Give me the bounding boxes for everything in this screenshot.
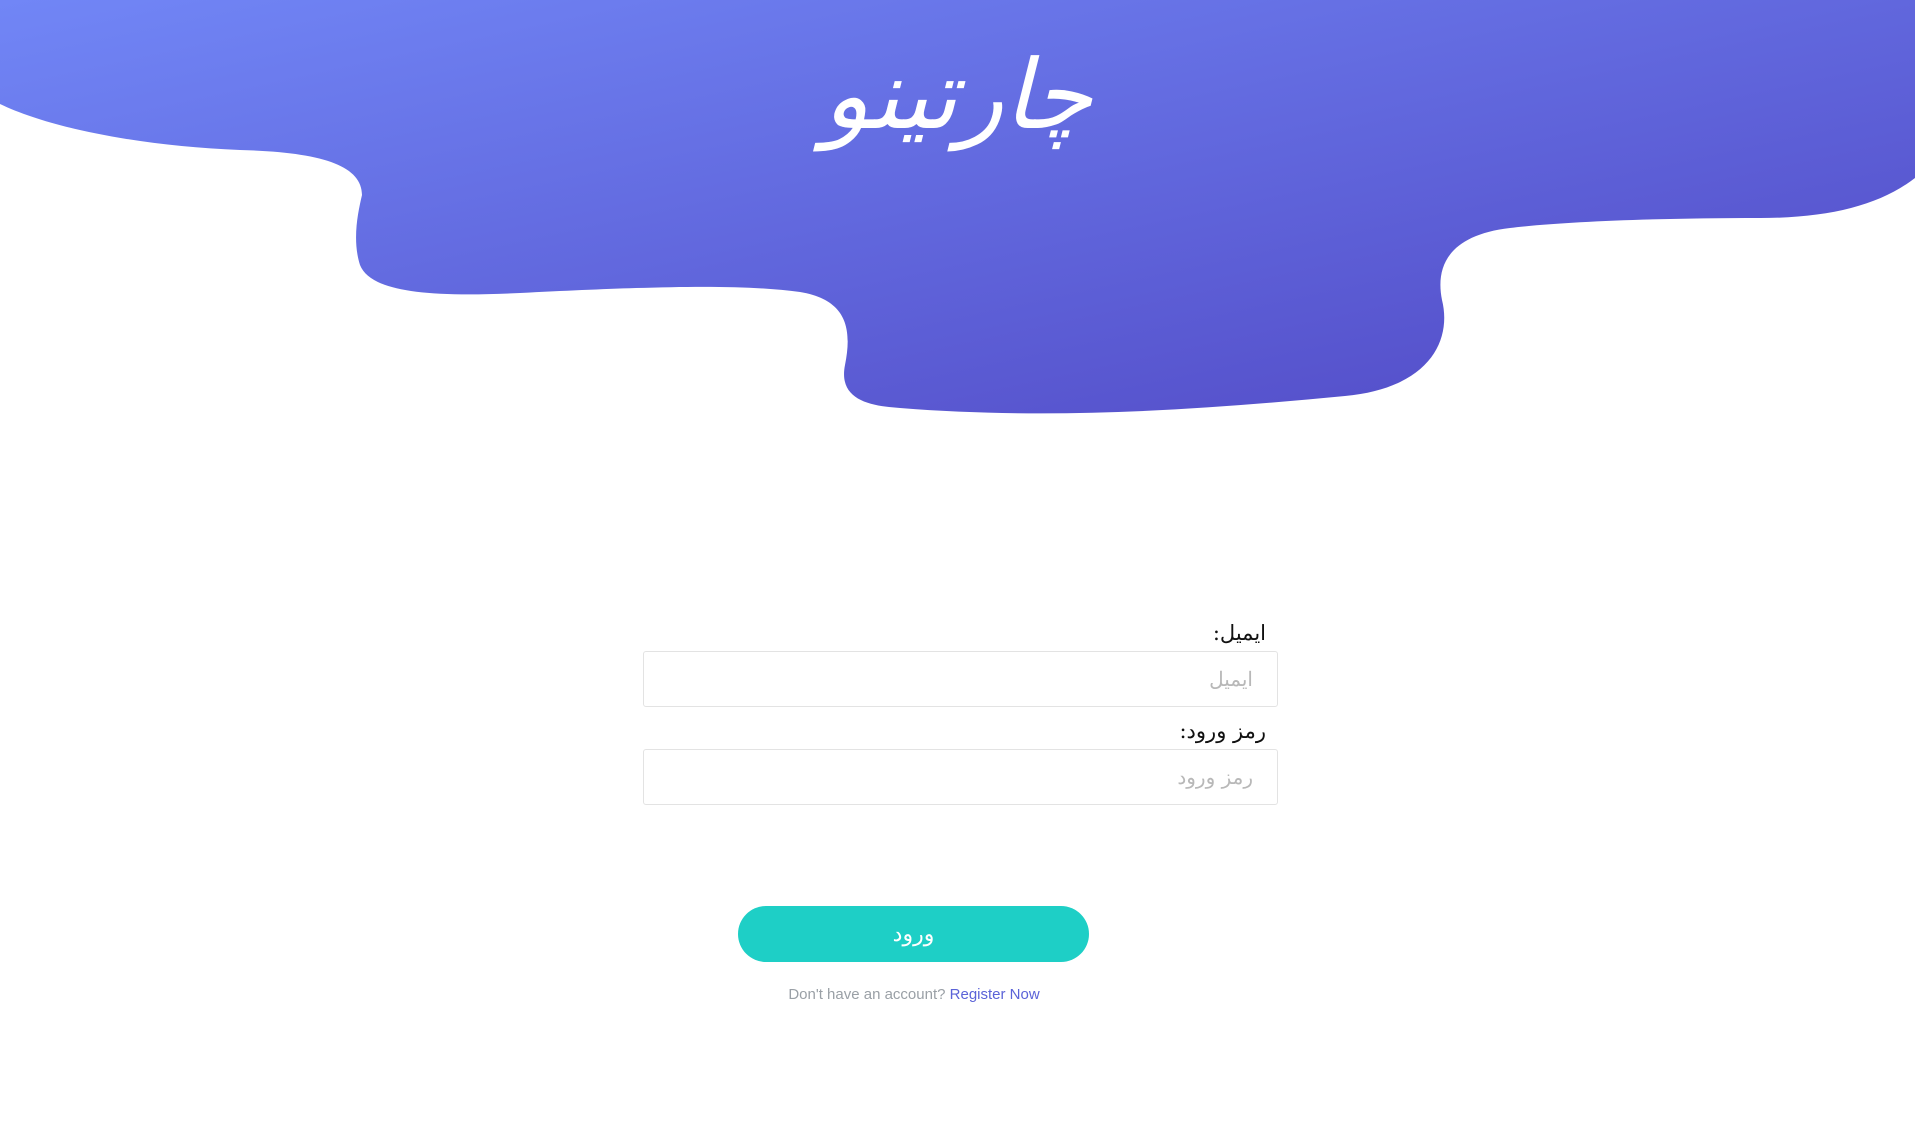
register-prompt: Don't have an account? Register Now [0,986,1828,1003]
login-page: چارتینو ایمیل: رمز ورود: ورود Don't have… [0,0,1915,1146]
register-prompt-text: Don't have an account? [788,986,946,1003]
email-field[interactable] [643,651,1278,707]
email-label: ایمیل: [1212,621,1266,645]
password-field[interactable] [643,749,1278,805]
login-form: ایمیل: رمز ورود: [643,615,1278,811]
brand-title: چارتینو [822,39,1093,151]
login-button[interactable]: ورود [738,906,1089,962]
password-label: رمز ورود: [1179,719,1266,743]
register-link[interactable]: Register Now [950,986,1040,1003]
